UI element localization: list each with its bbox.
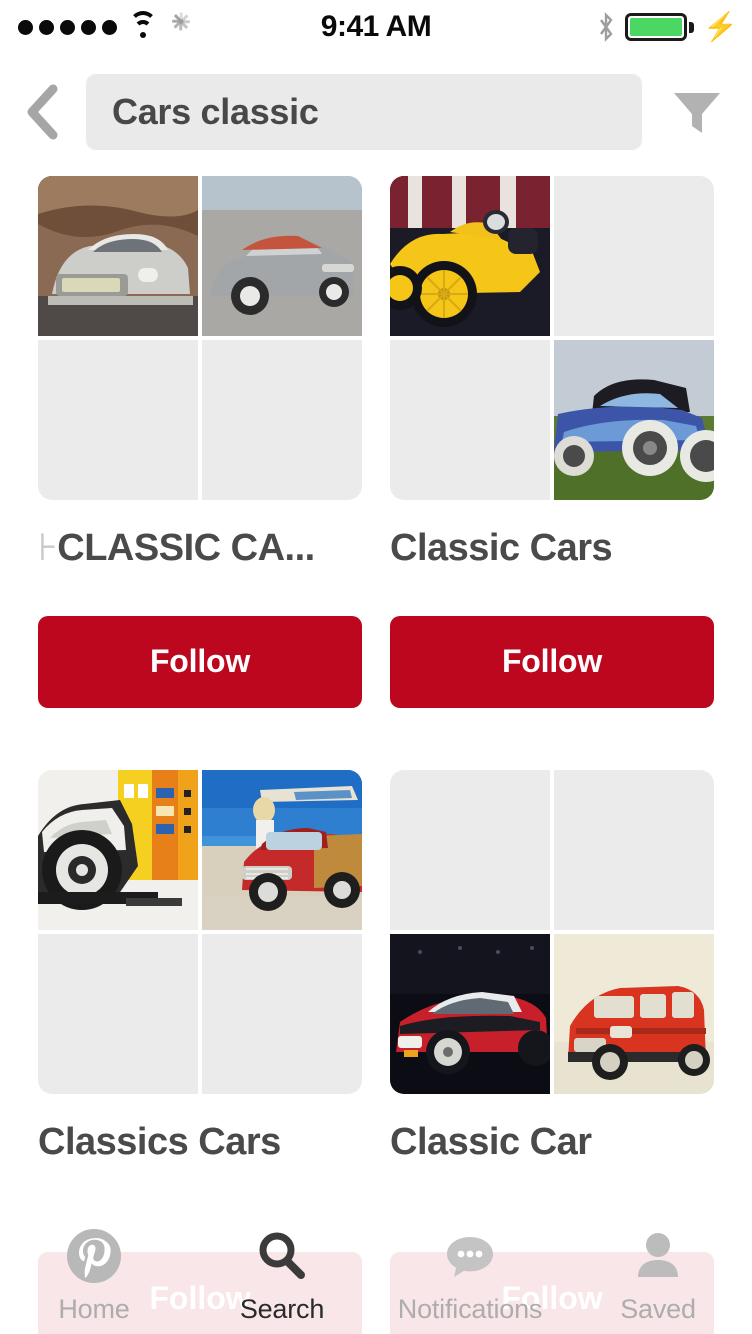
board-title-text: Classic Car xyxy=(390,1121,592,1163)
status-bar: 9:41 AM ⚡ xyxy=(0,0,752,54)
tab-search[interactable]: Search xyxy=(188,1216,376,1334)
follow-button-label: Follow xyxy=(501,643,603,680)
board-title-text: CLASSIC CA... xyxy=(57,528,315,569)
board-title-text: Classics Cars xyxy=(38,1121,281,1163)
grid-row-spacer xyxy=(38,708,714,770)
battery-icon xyxy=(625,13,695,41)
tab-saved-label: Saved xyxy=(620,1293,696,1324)
board-thumbnail-placeholder xyxy=(202,340,362,500)
board-thumbnail-placeholder xyxy=(390,340,550,500)
board-thumbnail-placeholder xyxy=(554,769,714,930)
filter-button[interactable] xyxy=(642,72,752,152)
board-card[interactable]: Classic Cars Follow xyxy=(390,176,714,708)
board-title-prefix-glyph: ⊦ xyxy=(38,528,58,569)
follow-button[interactable]: Follow xyxy=(390,615,714,708)
board-thumbnail xyxy=(390,933,550,1094)
board-title-text: Classic Cars xyxy=(390,528,613,569)
tab-home-label: Home xyxy=(58,1293,130,1324)
tab-notifications-label: Notifications xyxy=(397,1293,543,1324)
magnifier-icon xyxy=(259,1232,305,1279)
person-icon xyxy=(638,1232,678,1277)
board-thumbnail xyxy=(390,176,550,336)
board-thumbnail-placeholder xyxy=(554,176,714,336)
board-thumbnail xyxy=(554,340,714,500)
pinterest-logo-icon xyxy=(67,1228,121,1283)
board-thumbnail xyxy=(38,769,198,930)
board-card[interactable]: ⊦CLASSIC CA... Follow xyxy=(38,176,362,708)
board-thumbnail xyxy=(38,176,198,336)
tab-saved[interactable]: Saved xyxy=(564,1216,752,1334)
search-header: Cars classic xyxy=(0,54,752,170)
board-thumbnail-placeholder xyxy=(38,933,198,1094)
funnel-icon xyxy=(674,93,720,133)
bottom-tab-bar: Home Search Notifications Saved xyxy=(0,1216,752,1334)
follow-button-label: Follow xyxy=(149,643,251,680)
board-title: ⊦CLASSIC CA... xyxy=(38,528,362,570)
search-input[interactable]: Cars classic xyxy=(86,74,642,150)
board-thumbnail-placeholder xyxy=(390,769,550,930)
board-title: Classics Cars xyxy=(38,1122,362,1164)
board-card[interactable]: Classic Car xyxy=(390,769,714,1164)
board-thumbnail xyxy=(554,933,714,1094)
board-card[interactable]: Classics Cars xyxy=(38,769,362,1164)
tab-home[interactable]: Home xyxy=(0,1216,188,1334)
board-thumbnail xyxy=(202,176,362,336)
app-screen: 9:41 AM ⚡ Cars classic ⊦CLASSIC CA... Fo… xyxy=(0,0,752,1334)
board-thumbnail-grid[interactable] xyxy=(390,176,714,500)
board-thumbnail-grid[interactable] xyxy=(390,769,714,1094)
speech-bubble-icon xyxy=(447,1236,493,1277)
board-thumbnail-placeholder xyxy=(38,340,198,500)
tab-notifications[interactable]: Notifications xyxy=(376,1216,564,1334)
board-thumbnail-grid[interactable] xyxy=(38,769,362,1094)
tab-search-label: Search xyxy=(239,1293,325,1324)
board-title: Classic Cars xyxy=(390,528,714,570)
search-input-value: Cars classic xyxy=(112,91,319,132)
board-title: Classic Car xyxy=(390,1122,714,1164)
board-thumbnail-placeholder xyxy=(202,933,362,1094)
board-thumbnail-grid[interactable] xyxy=(38,176,362,500)
board-thumbnail xyxy=(202,769,362,930)
back-button[interactable] xyxy=(6,72,80,152)
chevron-left-icon xyxy=(27,84,58,140)
follow-button[interactable]: Follow xyxy=(38,615,362,708)
board-results-grid: ⊦CLASSIC CA... Follow Classic Cars Follo… xyxy=(0,176,752,1164)
